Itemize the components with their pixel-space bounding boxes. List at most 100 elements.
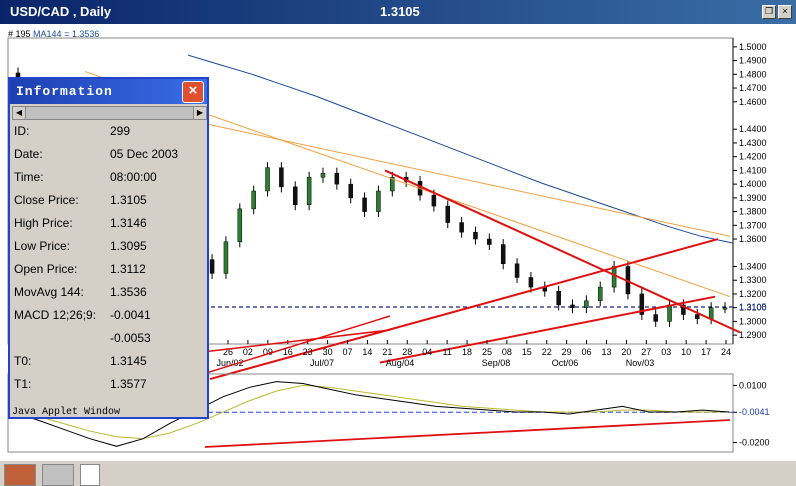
trend-line-red bbox=[384, 169, 741, 334]
candle-body bbox=[209, 259, 215, 274]
x-tick-label: 08 bbox=[502, 347, 512, 357]
info-scrollbar[interactable]: ◀ ▶ bbox=[12, 106, 207, 120]
macd-trend-line-red bbox=[204, 419, 731, 448]
info-title: Information bbox=[16, 84, 113, 99]
candle-body bbox=[584, 300, 589, 308]
window-price: 1.3105 bbox=[380, 4, 420, 19]
month-label: Jul/07 bbox=[310, 358, 334, 368]
info-row-value: -0.0041 bbox=[110, 308, 151, 322]
macd-tick-label: 0.0100 bbox=[739, 380, 767, 390]
info-row-value: 1.3095 bbox=[110, 239, 147, 253]
x-tick-label: 22 bbox=[542, 347, 552, 357]
price-tick-label: 1.4300 bbox=[739, 138, 767, 148]
month-label: Nov/03 bbox=[626, 358, 655, 368]
price-tick-label: 1.3600 bbox=[739, 234, 767, 244]
info-row-label: Time: bbox=[14, 170, 44, 184]
info-title-bar[interactable]: Information × bbox=[10, 79, 207, 104]
price-tick-label: 1.4200 bbox=[739, 152, 767, 162]
info-row-label: Open Price: bbox=[14, 262, 78, 276]
candle-body bbox=[265, 167, 270, 192]
candle-body bbox=[487, 238, 492, 245]
candle-body bbox=[695, 314, 700, 319]
close-icon[interactable]: × bbox=[778, 5, 792, 19]
info-row-value: 1.3112 bbox=[110, 262, 146, 276]
candle-body bbox=[334, 172, 340, 185]
candle-body bbox=[556, 290, 561, 306]
price-tick-label: 1.4100 bbox=[739, 165, 767, 175]
info-row-label: MACD 12;26;9: bbox=[14, 308, 97, 322]
candle-body bbox=[251, 190, 256, 210]
candle-body bbox=[320, 172, 326, 178]
candle-body bbox=[528, 277, 534, 288]
candle-body bbox=[611, 266, 617, 288]
info-row-label: MovAvg 144: bbox=[14, 285, 84, 299]
candle-body bbox=[306, 177, 312, 205]
candle-body bbox=[376, 190, 381, 212]
price-tick-label: 1.4000 bbox=[739, 179, 767, 189]
taskbar bbox=[0, 460, 796, 486]
month-label: Sep/08 bbox=[482, 358, 511, 368]
x-tick-label: 21 bbox=[382, 347, 392, 357]
info-row-value: 1.3145 bbox=[110, 354, 147, 368]
ma144-line bbox=[187, 54, 734, 244]
x-tick-label: 07 bbox=[343, 347, 353, 357]
price-tick-label: 1.5000 bbox=[739, 42, 767, 52]
candle-body bbox=[708, 307, 714, 319]
window-title: USD/CAD , Daily bbox=[10, 4, 112, 19]
price-tick-label: 1.4700 bbox=[739, 83, 767, 93]
info-row-value: 08:00:00 bbox=[110, 170, 157, 184]
candle-body bbox=[445, 205, 450, 223]
information-window[interactable]: Information × ◀ ▶ ID: 299 Date: 05 Dec 2003… bbox=[8, 77, 209, 419]
candle-body bbox=[500, 244, 506, 265]
applet-footer: Java Applet Window bbox=[12, 407, 121, 418]
window-controls: ❐ × bbox=[762, 5, 792, 19]
bar-count: # 195 bbox=[8, 29, 31, 39]
info-row-value: -0.0053 bbox=[110, 331, 151, 345]
price-tick-label: 1.4800 bbox=[739, 69, 767, 79]
candle-body bbox=[514, 263, 520, 278]
x-tick-label: 04 bbox=[422, 347, 432, 357]
info-row-value: 1.3577 bbox=[110, 377, 147, 391]
price-tick-label: 1.4900 bbox=[739, 56, 767, 66]
price-tick-label: 1.4600 bbox=[739, 97, 767, 107]
info-row-value: 1.3105 bbox=[110, 193, 147, 207]
macd-tick-label: -0.0200 bbox=[739, 437, 770, 447]
info-row-label: High Price: bbox=[14, 216, 73, 230]
x-tick-label: 27 bbox=[641, 347, 651, 357]
x-tick-label: 13 bbox=[601, 347, 611, 357]
macd-tick-label: -0.0041 bbox=[739, 407, 770, 417]
info-row-label: Date: bbox=[14, 147, 43, 161]
price-tick-label: 1.3700 bbox=[739, 220, 767, 230]
restore-icon[interactable]: ❐ bbox=[762, 5, 776, 19]
x-tick-label: 15 bbox=[522, 347, 532, 357]
close-icon[interactable]: × bbox=[182, 81, 204, 103]
price-tick-label: 1.3900 bbox=[739, 193, 767, 203]
candle-body bbox=[362, 197, 367, 212]
candle-body bbox=[570, 304, 575, 308]
info-row-label: ID: bbox=[14, 124, 30, 138]
indicator-label: # 195 MA144 = 1.3536 bbox=[8, 29, 99, 39]
candle-body bbox=[431, 194, 437, 207]
scroll-right-icon[interactable]: ▶ bbox=[193, 107, 206, 119]
price-tick-label: 1.3300 bbox=[739, 275, 767, 285]
x-tick-label: 29 bbox=[562, 347, 572, 357]
candle-body bbox=[722, 307, 728, 310]
x-tick-label: 02 bbox=[243, 347, 253, 357]
info-row-label: Close Price: bbox=[14, 193, 79, 207]
x-tick-label: 14 bbox=[362, 347, 372, 357]
x-tick-label: 25 bbox=[482, 347, 492, 357]
info-row-value: 299 bbox=[110, 124, 131, 138]
title-bar: USD/CAD , Daily 1.3105 ❐ × bbox=[0, 0, 796, 24]
candle-body bbox=[653, 314, 658, 322]
scroll-left-icon[interactable]: ◀ bbox=[13, 107, 26, 119]
x-tick-label: 18 bbox=[462, 347, 472, 357]
info-row-value: 05 Dec 2003 bbox=[110, 147, 179, 161]
price-tick-label: 1.3200 bbox=[739, 289, 767, 299]
candle-body bbox=[597, 286, 603, 302]
price-tick-label: 1.2900 bbox=[739, 330, 767, 340]
x-tick-label: 06 bbox=[582, 347, 592, 357]
candle-body bbox=[459, 222, 464, 233]
x-tick-label: 23 bbox=[303, 347, 313, 357]
x-tick-label: 11 bbox=[442, 347, 451, 357]
price-tick-label: 1.3000 bbox=[739, 316, 767, 326]
